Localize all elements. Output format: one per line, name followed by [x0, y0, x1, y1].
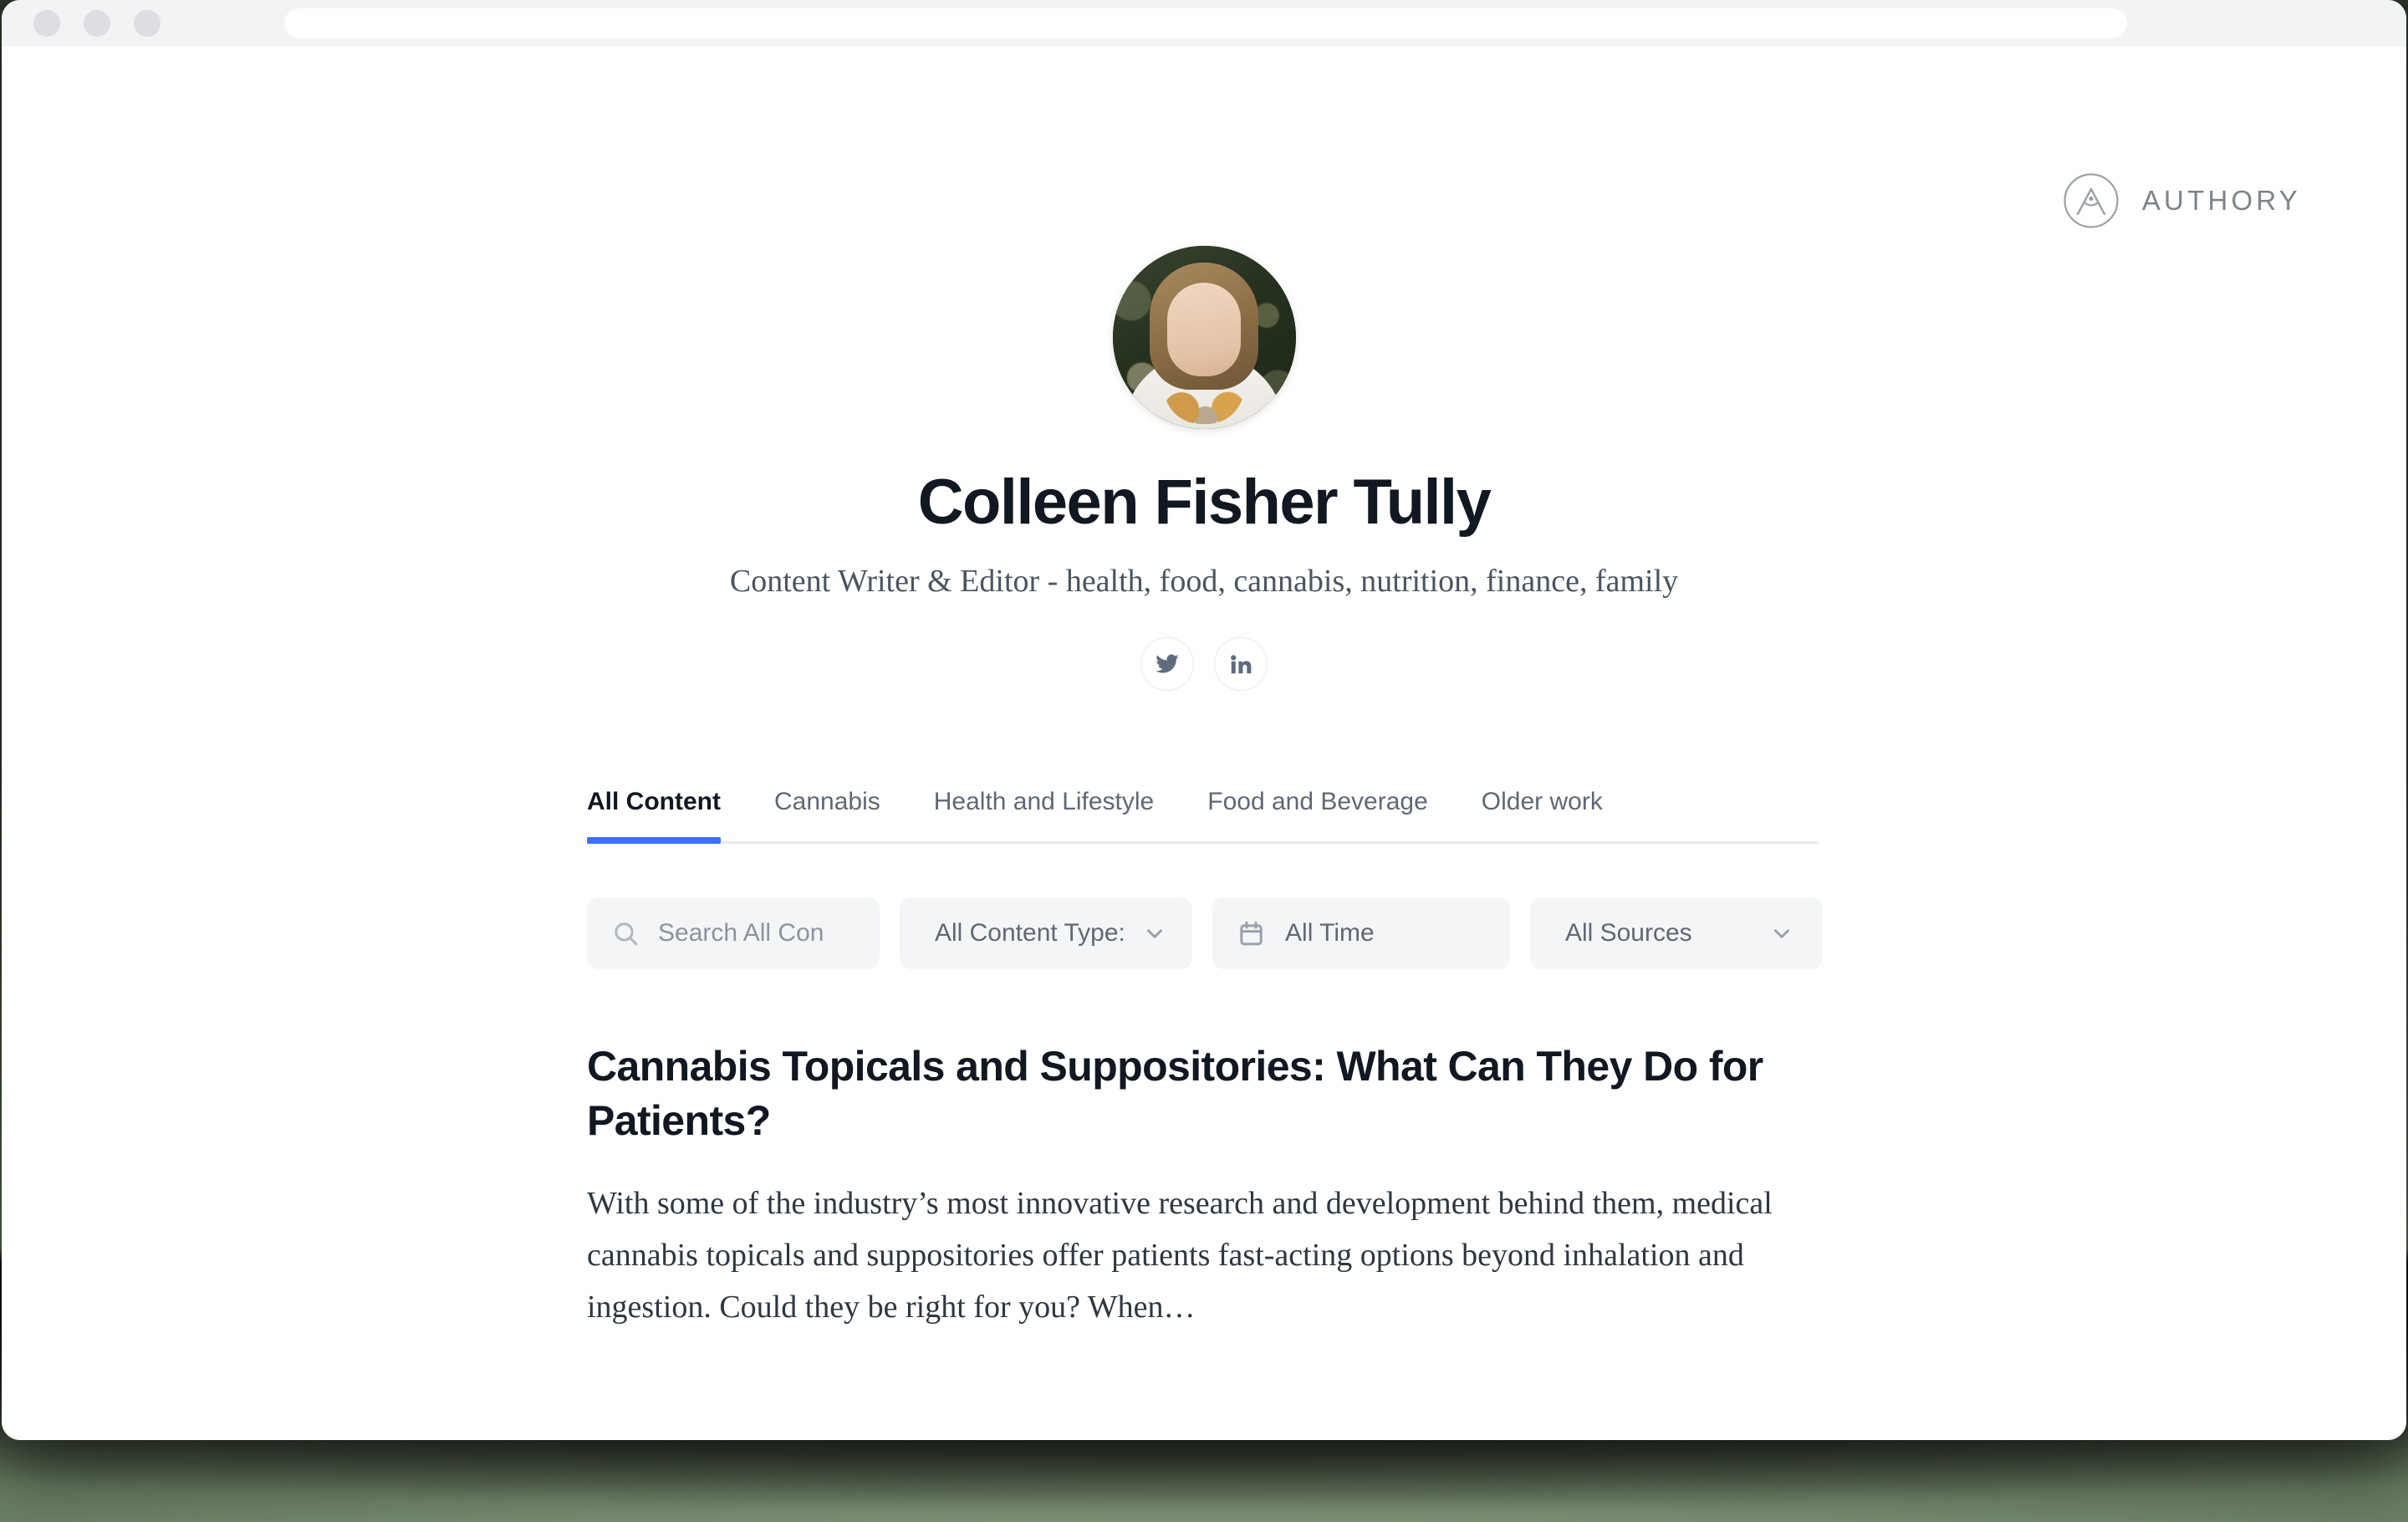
social-links [2, 637, 2406, 692]
profile-tagline: Content Writer & Editor - health, food, … [729, 563, 1679, 599]
content-type-dropdown[interactable]: All Content Type: [899, 897, 1193, 970]
content-area: All Content Cannabis Health and Lifestyl… [585, 788, 1824, 1334]
chevron-down-icon [1774, 929, 1790, 939]
authory-compass-a-icon [2064, 173, 2119, 228]
browser-chrome [2, 0, 2406, 47]
article-title[interactable]: Cannabis Topicals and Suppositories: Wha… [587, 1039, 1823, 1148]
tab-older-work[interactable]: Older work [1482, 788, 1603, 841]
tab-bar: All Content Cannabis Health and Lifestyl… [587, 788, 1819, 845]
social-link-linkedin[interactable] [1214, 637, 1268, 692]
article-list: Cannabis Topicals and Suppositories: Wha… [587, 1039, 1823, 1334]
filter-bar: Search All Con All Content Type: All Tim… [587, 897, 1824, 970]
twitter-icon [1156, 654, 1179, 673]
close-window-button[interactable] [33, 10, 60, 37]
linkedin-icon [1231, 655, 1252, 674]
content-type-label: All Content Type: [934, 919, 1125, 947]
sources-dropdown[interactable]: All Sources [1529, 897, 1824, 970]
search-placeholder: Search All Con [658, 919, 824, 947]
tab-food-and-beverage[interactable]: Food and Beverage [1207, 788, 1428, 841]
article-card[interactable]: Cannabis Topicals and Suppositories: Wha… [587, 1039, 1823, 1334]
traffic-lights [33, 10, 161, 37]
profile-header: Colleen Fisher Tully Content Writer & Ed… [2, 47, 2406, 692]
tab-cannabis[interactable]: Cannabis [774, 788, 880, 841]
avatar-face [1167, 283, 1241, 376]
calendar-icon [1240, 921, 1263, 946]
authory-brand[interactable]: AUTHORY [2063, 172, 2301, 229]
authory-wordmark: AUTHORY [2141, 185, 2301, 216]
page-viewport: AUTHORY Colleen Fisher Tully Content Wri… [2, 47, 2406, 1440]
tab-health-and-lifestyle[interactable]: Health and Lifestyle [934, 788, 1155, 841]
article-excerpt: With some of the industry’s most innovat… [587, 1186, 1773, 1325]
url-bar[interactable] [284, 8, 2127, 38]
chevron-down-icon [1147, 929, 1163, 939]
maximize-window-button[interactable] [134, 10, 161, 37]
time-range-label: All Time [1285, 919, 1375, 947]
browser-window: AUTHORY Colleen Fisher Tully Content Wri… [2, 0, 2406, 1440]
social-link-twitter[interactable] [1140, 637, 1194, 692]
avatar [1112, 246, 1296, 429]
minimize-window-button[interactable] [84, 10, 110, 37]
time-range-dropdown[interactable]: All Time [1212, 897, 1510, 970]
search-icon [615, 922, 638, 946]
page-title: Colleen Fisher Tully [917, 467, 1492, 538]
search-input[interactable]: Search All Con [587, 897, 880, 970]
tab-all-content[interactable]: All Content [587, 788, 721, 845]
sources-label: All Sources [1564, 919, 1692, 947]
